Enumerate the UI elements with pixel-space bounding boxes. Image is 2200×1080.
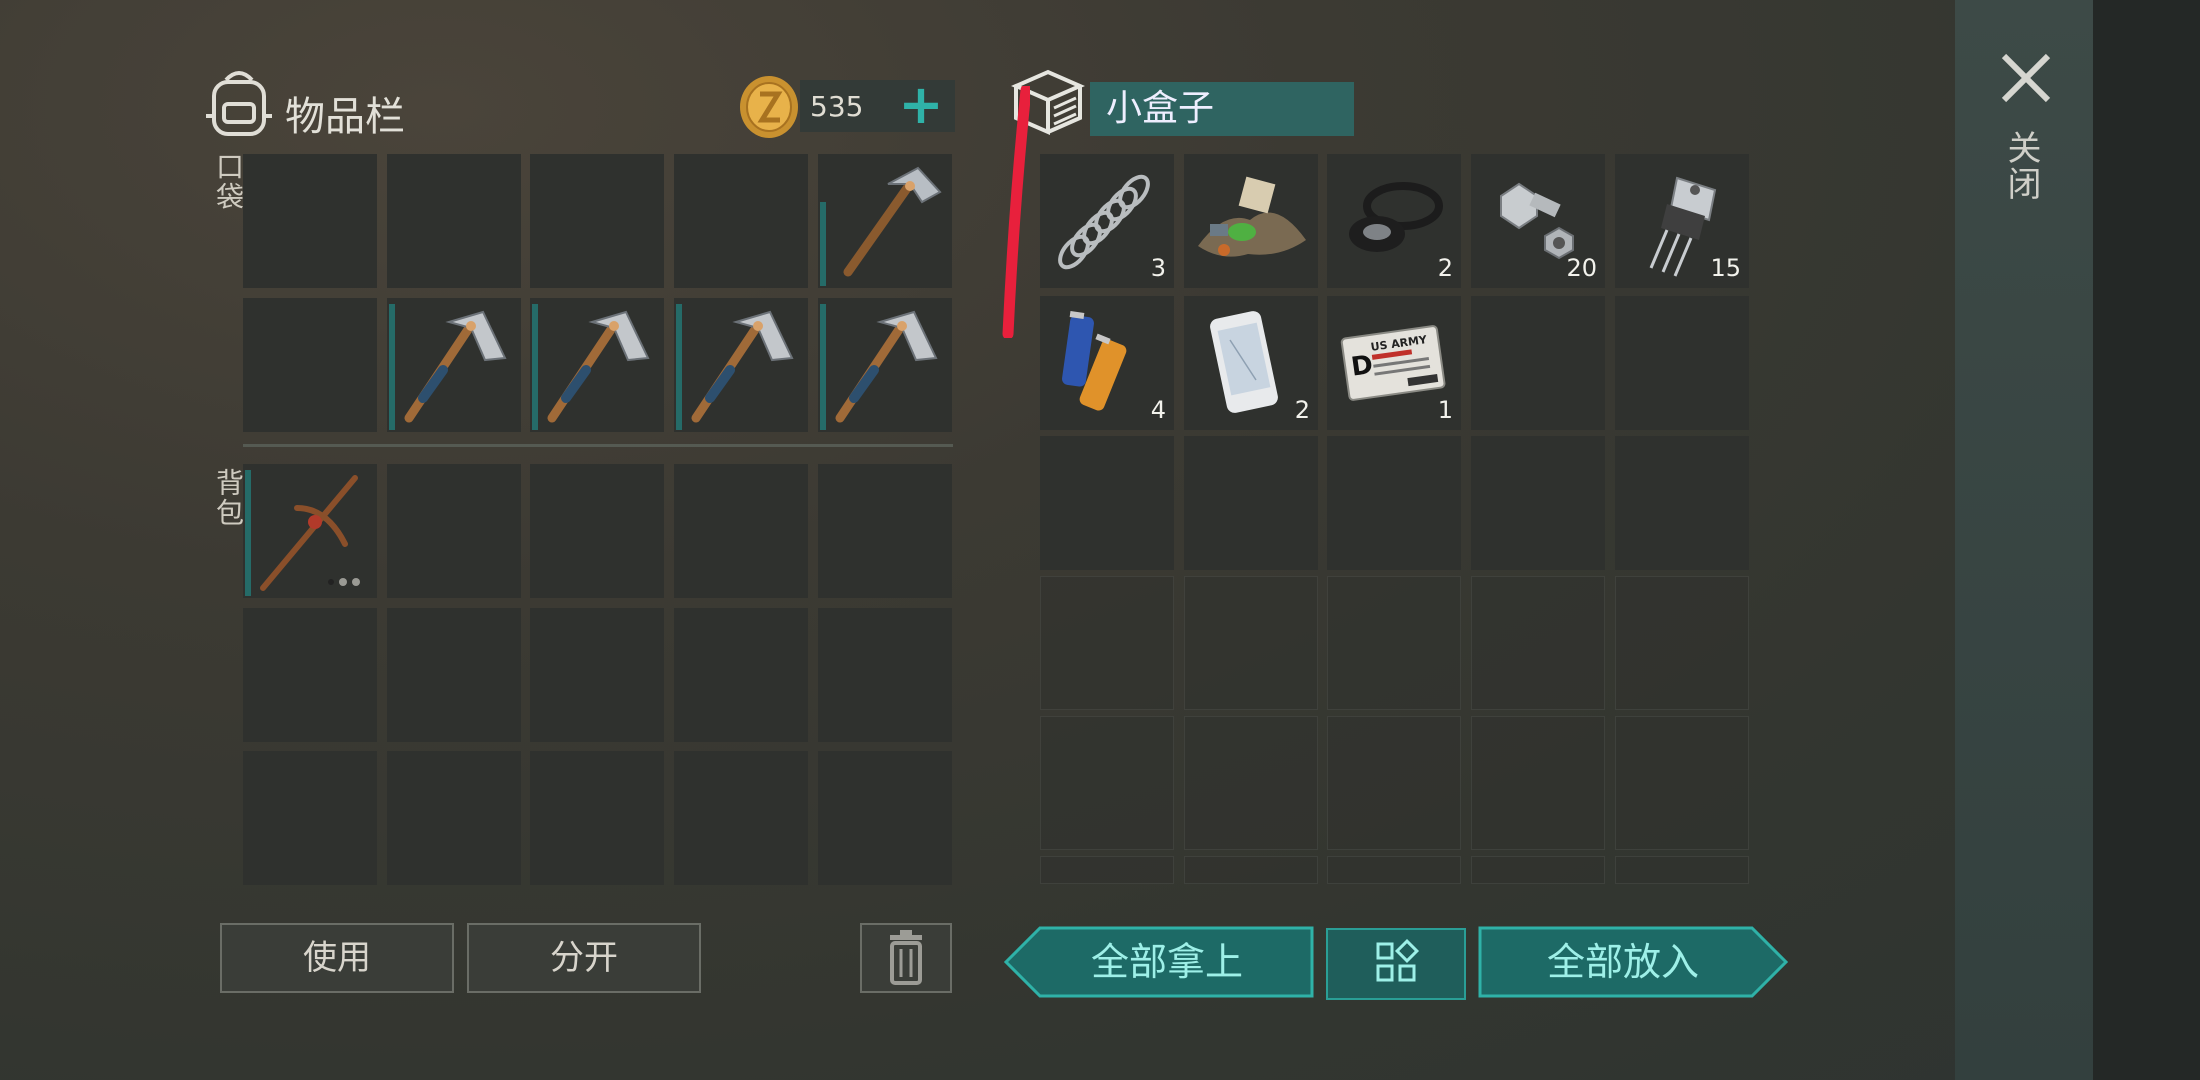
red-annotation-stroke [1002,86,1030,338]
sort-grid-button[interactable] [1326,928,1466,1000]
hatchet-icon [835,310,938,423]
container-slot[interactable] [1471,296,1605,430]
backpack-slot[interactable] [818,751,952,885]
container-slot-spring[interactable]: 3 [1040,154,1174,288]
close-button[interactable] [1996,48,2056,108]
container-slot-locked [1040,856,1174,884]
pocket-slot-hatchet[interactable] [674,298,808,432]
close-icon [2001,53,2051,103]
container-slot-locked [1184,716,1318,850]
pocket-slot[interactable] [243,298,377,432]
container-slot-transistor[interactable]: 15 [1615,154,1749,288]
container-slot-locked [1184,576,1318,710]
container-slot[interactable] [1184,436,1318,570]
pocket-slot-hatchet[interactable] [387,298,521,432]
hatchet-icon [843,166,942,277]
svg-text:D: D [1349,350,1375,383]
item-count: 2 [1294,396,1310,424]
container-name[interactable]: 小盒子 [1090,82,1354,136]
container-slot-locked [1615,856,1749,884]
trash-icon [890,930,922,985]
hatchet-icon [691,310,794,423]
backpack-slot[interactable] [387,751,521,885]
container-slot-locked [1615,716,1749,850]
container-slot[interactable] [1615,296,1749,430]
backpack-slot[interactable] [530,751,664,885]
backpack-icon [206,71,272,136]
put-all-button[interactable]: 全部放入 [1478,926,1789,998]
container-slot-locked [1040,716,1174,850]
coin-icon [740,76,798,138]
container-slot[interactable] [1615,436,1749,570]
pocket-slot-hatchet[interactable] [818,298,952,432]
hatchet-icon [404,310,507,423]
pocket-slot[interactable] [674,154,808,288]
container-slot-batteries[interactable]: 4 [1040,296,1174,430]
add-coins-button[interactable]: + [896,78,946,132]
container-slot-locked [1327,576,1461,710]
item-count: 4 [1150,396,1166,424]
close-label[interactable]: 关闭 [2001,130,2046,202]
container-slot-locked [1471,716,1605,850]
container-slot-locked [1327,716,1461,850]
take-all-button[interactable]: 全部拿上 [1003,926,1314,998]
screen-edge [2093,0,2200,1080]
trash-button[interactable] [860,923,952,993]
backpack-slot[interactable] [818,608,952,742]
pocket-slot[interactable] [387,154,521,288]
coin-count: 535 [810,90,864,123]
container-slot-locked [1615,576,1749,710]
backpack-slot[interactable] [674,464,808,598]
container-slot-locked [1471,576,1605,710]
backpack-slot[interactable] [387,608,521,742]
container-slot-locked [1040,576,1174,710]
backpack-slot[interactable] [243,751,377,885]
use-button[interactable]: 使用 [220,923,454,993]
inventory-title: 物品栏 [285,94,405,140]
container-slot-id-card[interactable]: D US ARMY 1 [1327,296,1461,430]
item-count: 2 [1437,254,1453,282]
grid-icon [1376,938,1420,982]
backpack-label: 背包 [212,468,245,528]
container-slot-scrap[interactable] [1184,154,1318,288]
pocket-slot-hatchet[interactable] [530,298,664,432]
container-slot-seals[interactable]: 2 [1327,154,1461,288]
backpack-slot[interactable] [387,464,521,598]
container-slot-smartphone[interactable]: 2 [1184,296,1318,430]
backpack-slot[interactable] [530,464,664,598]
pocket-slot-hatchet[interactable] [818,154,952,288]
container-slot[interactable] [1040,436,1174,570]
put-all-label: 全部放入 [1546,940,1699,984]
take-all-label: 全部拿上 [1090,940,1243,984]
item-count: 20 [1566,254,1597,282]
container-slot-locked [1471,856,1605,884]
pickaxe-icon [260,475,360,591]
backpack-slot[interactable] [818,464,952,598]
container-slot-locked [1184,856,1318,884]
item-count: 1 [1437,396,1453,424]
item-count: 15 [1710,254,1741,282]
item-count: 3 [1150,254,1166,282]
container-slot-locked [1327,856,1461,884]
pocket-slot[interactable] [530,154,664,288]
backpack-slot-pickaxe[interactable] [243,464,377,598]
pocket-label: 口袋 [212,152,245,212]
backpack-slot[interactable] [530,608,664,742]
pocket-backpack-divider [243,444,953,447]
backpack-slot[interactable] [674,751,808,885]
container-slot[interactable] [1471,436,1605,570]
hatchet-icon [547,310,650,423]
backpack-slot[interactable] [243,608,377,742]
pocket-slot[interactable] [243,154,377,288]
scrap-pile-icon [1198,176,1306,257]
backpack-slot[interactable] [674,608,808,742]
container-slot[interactable] [1327,436,1461,570]
container-slot-bolt[interactable]: 20 [1471,154,1605,288]
split-button[interactable]: 分开 [467,923,701,993]
